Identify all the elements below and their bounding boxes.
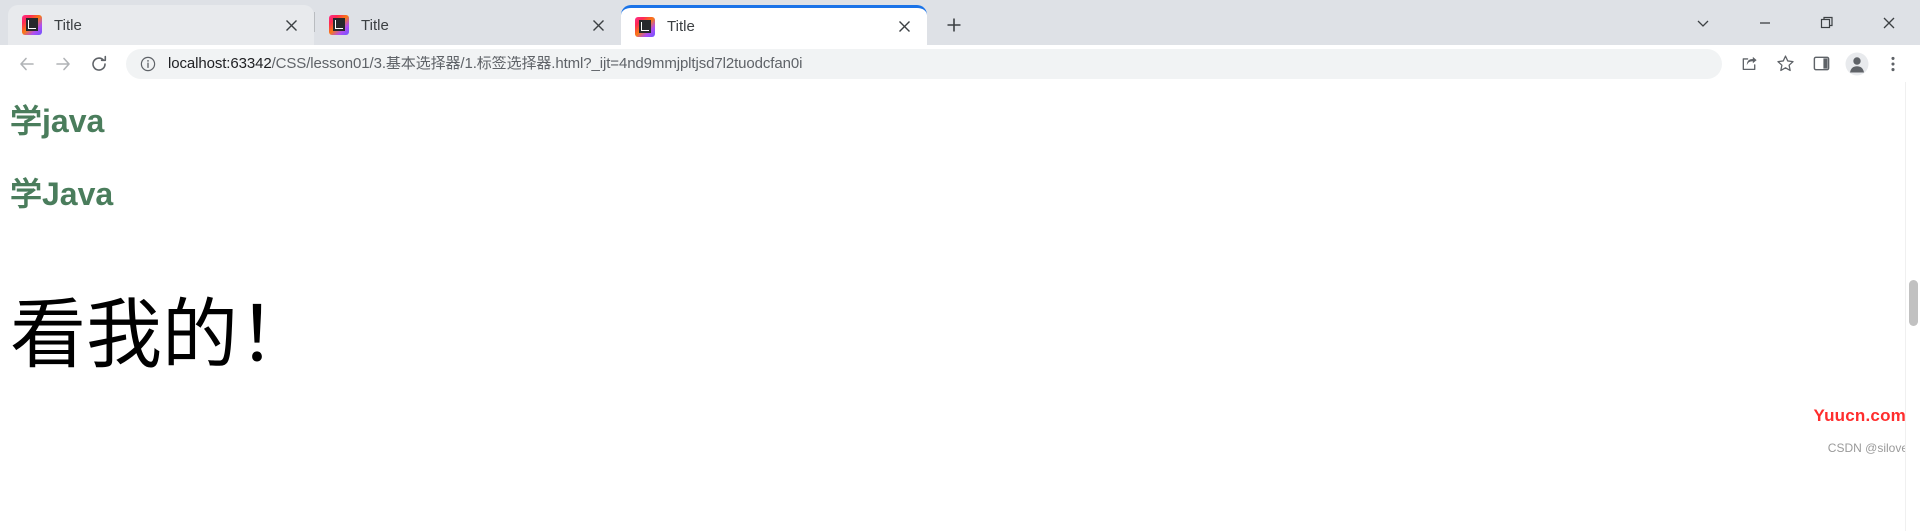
page-scrollbar[interactable]	[1905, 82, 1920, 531]
forward-arrow-icon[interactable]	[46, 47, 80, 81]
profile-avatar-icon[interactable]	[1840, 47, 1874, 81]
watermark-yuucn: Yuucn.com	[1813, 406, 1906, 425]
browser-window: Title Title Title localhost:63342/CSS/le…	[0, 0, 1920, 531]
address-bar[interactable]: localhost:63342/CSS/lesson01/3.基本选择器/1.标…	[126, 48, 1722, 79]
three-dot-menu-icon[interactable]	[1876, 47, 1910, 81]
minimize-icon[interactable]	[1734, 0, 1796, 45]
scrollbar-thumb[interactable]	[1909, 280, 1918, 326]
intellij-idea-icon	[22, 15, 42, 35]
star-bookmark-icon[interactable]	[1768, 47, 1802, 81]
close-icon[interactable]	[891, 14, 917, 40]
new-tab-button[interactable]	[937, 8, 971, 42]
browser-tab-1[interactable]: Title	[8, 5, 314, 45]
browser-tab-2[interactable]: Title	[315, 5, 621, 45]
page-viewport: 学java 学Java 看我的！ Yuucn.com CSDN @silove	[0, 82, 1920, 531]
address-bar-text: localhost:63342/CSS/lesson01/3.基本选择器/1.标…	[168, 56, 1714, 71]
toolbar-actions	[1732, 47, 1910, 81]
close-icon[interactable]	[278, 12, 304, 38]
close-icon[interactable]	[585, 12, 611, 38]
address-bar-path: /CSS/lesson01/3.基本选择器/1.标签选择器.html?_ijt=…	[271, 56, 803, 71]
tab-strip: Title Title Title	[0, 0, 1920, 45]
big-text-kanwode: 看我的！	[10, 293, 314, 379]
window-close-icon[interactable]	[1858, 0, 1920, 45]
intellij-idea-icon	[635, 16, 655, 37]
intellij-idea-icon	[329, 15, 349, 35]
heading-xue-java-lower: 学java	[10, 103, 105, 139]
browser-tab-3-active[interactable]: Title	[621, 5, 927, 45]
page-content: 学java 学Java 看我的！ Yuucn.com CSDN @silove	[0, 103, 1920, 531]
browser-toolbar: localhost:63342/CSS/lesson01/3.基本选择器/1.标…	[0, 45, 1920, 82]
back-arrow-icon[interactable]	[10, 47, 44, 81]
site-info-icon[interactable]	[138, 54, 158, 74]
watermark-csdn: CSDN @silove	[1827, 441, 1908, 455]
side-panel-icon[interactable]	[1804, 47, 1838, 81]
share-icon[interactable]	[1732, 47, 1766, 81]
tab-title: Title	[667, 19, 695, 34]
heading-xue-java-upper: 学Java	[10, 176, 114, 213]
address-bar-host: localhost:63342	[168, 56, 272, 71]
tab-title: Title	[361, 17, 389, 33]
tab-search-chevron-down-icon[interactable]	[1672, 0, 1734, 45]
reload-icon[interactable]	[82, 47, 116, 81]
tab-title: Title	[54, 17, 82, 33]
maximize-restore-icon[interactable]	[1796, 0, 1858, 45]
window-controls	[1672, 0, 1920, 45]
